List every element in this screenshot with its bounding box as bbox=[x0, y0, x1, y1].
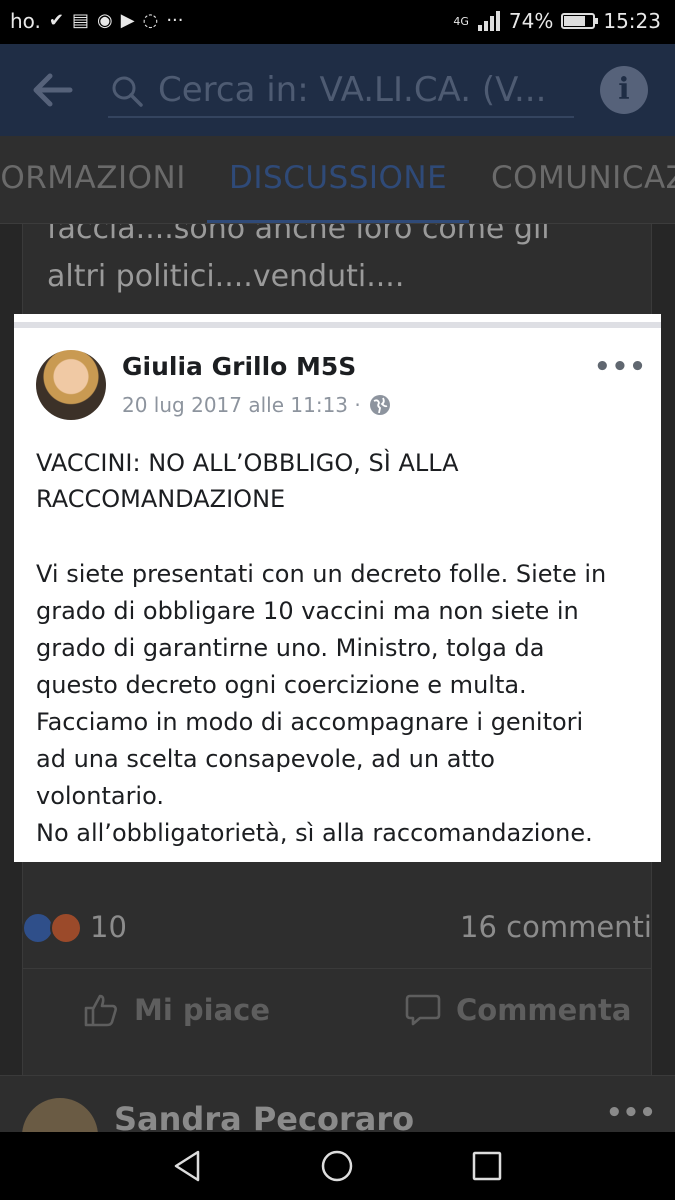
thumbs-up-icon bbox=[84, 994, 117, 1027]
embedded-post-date: 20 lug 2017 alle 11:13 · bbox=[122, 393, 361, 417]
check-download-icon: ✔ bbox=[48, 10, 65, 31]
embedded-post-title: VACCINI: NO ALL’OBBLIGO, SÌ ALLA RACCOMA… bbox=[36, 445, 646, 517]
search-placeholder: Cerca in: VA.LI.CA. (V... bbox=[158, 70, 547, 110]
status-bar: ho. ✔ ▤ ◉ ▶ ◌ ··· 4G 74% 15:23 bbox=[0, 0, 675, 44]
calendar-icon: ▤ bbox=[72, 10, 90, 31]
more-notifications-icon: ··· bbox=[166, 10, 184, 31]
globe-icon bbox=[369, 395, 390, 415]
reactions-bar: 10 16 commenti bbox=[22, 910, 652, 950]
image-top-border bbox=[14, 322, 661, 328]
comments-count[interactable]: 16 commenti bbox=[460, 910, 652, 944]
post-actions: Mi piace Commenta bbox=[22, 968, 652, 1052]
tab-formazioni[interactable]: FORMAZIONI bbox=[0, 160, 186, 196]
battery-icon bbox=[561, 13, 599, 29]
like-label: Mi piace bbox=[134, 993, 271, 1027]
body-line: No all’obbligatorietà, sì alla raccomand… bbox=[36, 819, 593, 847]
signal-icon bbox=[477, 11, 500, 31]
next-post-author[interactable]: Sandra Pecoraro bbox=[114, 1100, 414, 1135]
clock: 15:23 bbox=[603, 9, 661, 33]
like-button[interactable]: Mi piace bbox=[82, 991, 270, 1029]
info-icon[interactable]: i bbox=[600, 66, 648, 114]
body-line: Facciamo in modo di accompagnare i genit… bbox=[36, 708, 584, 736]
body-line: questo decreto ogni coercizione e multa. bbox=[36, 671, 527, 699]
embedded-post-body: Vi siete presentati con un decreto folle… bbox=[36, 556, 651, 852]
title-line: VACCINI: NO ALL’OBBLIGO, SÌ ALLA bbox=[36, 449, 459, 477]
body-line: ad una scelta consapevole, ad un atto bbox=[36, 745, 495, 773]
tab-discussione[interactable]: DISCUSSIONE bbox=[229, 160, 447, 196]
post-image[interactable]: Giulia Grillo M5S 20 lug 2017 alle 11:13… bbox=[14, 314, 661, 862]
system-nav-bar bbox=[0, 1132, 675, 1200]
comment-icon bbox=[405, 994, 441, 1026]
chrome-icon: ◉ bbox=[97, 10, 113, 31]
comment-label: Commenta bbox=[456, 993, 632, 1027]
angry-reaction-icon[interactable] bbox=[50, 912, 82, 944]
group-tabs: FORMAZIONI DISCUSSIONE COMUNICAZIONI bbox=[0, 136, 675, 224]
body-line: volontario. bbox=[36, 782, 164, 810]
battery-percent: 74% bbox=[508, 9, 554, 33]
next-post-card: Sandra Pecoraro ••• bbox=[0, 1075, 675, 1135]
search-icon bbox=[112, 76, 143, 107]
reactions-count[interactable]: 10 bbox=[90, 910, 127, 944]
embedded-post-meta: 20 lug 2017 alle 11:13 · bbox=[122, 393, 391, 417]
sync-icon: ◌ bbox=[142, 10, 159, 31]
group-search-input[interactable]: Cerca in: VA.LI.CA. (V... bbox=[108, 62, 574, 118]
youtube-icon: ▶ bbox=[120, 10, 135, 31]
back-arrow-icon[interactable] bbox=[30, 70, 74, 110]
next-post-more-icon[interactable]: ••• bbox=[606, 1098, 656, 1128]
body-line: Vi siete presentati con un decreto folle… bbox=[36, 560, 607, 588]
back-nav-icon[interactable] bbox=[170, 1148, 206, 1184]
title-line: RACCOMANDAZIONE bbox=[36, 485, 286, 513]
network-type-label: 4G bbox=[453, 14, 469, 28]
comment-button[interactable]: Commenta bbox=[404, 991, 631, 1029]
embedded-author-name: Giulia Grillo M5S bbox=[122, 352, 357, 381]
battery-fill bbox=[564, 16, 586, 26]
carrier-label: ho. bbox=[10, 9, 41, 33]
home-nav-icon[interactable] bbox=[319, 1148, 355, 1184]
post-text-line: altri politici....venduti.... bbox=[47, 259, 405, 294]
tab-comunicazioni[interactable]: COMUNICAZIONI bbox=[491, 160, 675, 196]
app-bar: Cerca in: VA.LI.CA. (V... i bbox=[0, 44, 675, 136]
post-text: faccia....sono anche loro come gli altri… bbox=[47, 224, 550, 301]
author-avatar bbox=[36, 350, 106, 420]
post-text-line: faccia....sono anche loro come gli bbox=[47, 224, 550, 246]
body-line: grado di obbligare 10 vaccini ma non sie… bbox=[36, 597, 579, 625]
embedded-more-icon: ••• bbox=[594, 352, 647, 382]
next-post-avatar bbox=[22, 1098, 98, 1135]
body-line: grado di garantirne uno. Ministro, tolga… bbox=[36, 634, 545, 662]
recents-nav-icon[interactable] bbox=[469, 1148, 505, 1184]
